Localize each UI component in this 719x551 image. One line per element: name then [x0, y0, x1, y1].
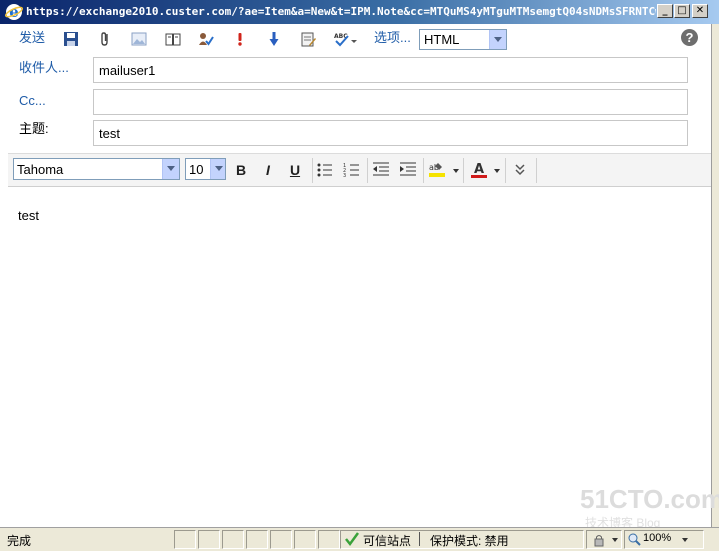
chevron-down-icon[interactable] [682, 538, 688, 542]
importance-low-icon[interactable] [266, 31, 282, 47]
cc-field[interactable] [93, 89, 688, 115]
status-panel [270, 530, 292, 549]
cc-button[interactable]: Cc... [19, 93, 46, 109]
toolbar-divider [536, 158, 537, 183]
help-icon[interactable]: ? [681, 29, 698, 46]
decrease-indent-icon[interactable] [371, 160, 391, 180]
zoom-level: 100% [643, 532, 672, 544]
status-text: 完成 [7, 534, 32, 548]
minimize-button[interactable]: _ [657, 4, 673, 18]
chevron-down-icon[interactable] [494, 169, 500, 173]
title-bar: e https://exchange2010.custer.com/?ae=It… [0, 0, 719, 24]
to-value: mailuser1 [99, 63, 156, 78]
insert-image-icon[interactable] [131, 31, 147, 47]
to-field[interactable]: mailuser1 [93, 57, 688, 83]
protected-mode-text: 保护模式: 禁用 [430, 534, 509, 548]
zoom-icon [628, 533, 641, 546]
subject-value: test [99, 126, 120, 141]
address-book-icon[interactable] [165, 31, 181, 47]
formatting-toolbar: Tahoma 10 B I U 1 2 3 ab A [8, 153, 711, 187]
importance-high-icon[interactable] [232, 31, 248, 47]
font-color-icon[interactable]: A [469, 160, 489, 180]
to-button[interactable]: 收件人... [19, 60, 69, 76]
status-panel [294, 530, 316, 549]
font-select[interactable]: Tahoma [13, 158, 180, 180]
message-format-value: HTML [424, 32, 460, 47]
save-icon[interactable] [63, 31, 79, 47]
spelling-icon[interactable]: ABC [334, 31, 358, 47]
compose-toolbar: 发送 ABC 选项... HTML ? [8, 24, 711, 54]
toolbar-divider [423, 158, 424, 183]
zone-divider [419, 532, 420, 546]
toolbar-divider [367, 158, 368, 183]
maximize-button[interactable]: □ [674, 4, 690, 18]
subject-label: 主题: [19, 121, 49, 136]
chevron-down-icon [489, 30, 506, 49]
trusted-zone-check-icon [345, 532, 360, 547]
svg-text:3: 3 [343, 173, 346, 179]
message-options-icon[interactable] [300, 31, 316, 47]
send-button[interactable]: 发送 [19, 30, 45, 46]
status-panel [174, 530, 196, 549]
subject-field[interactable]: test [93, 120, 688, 146]
ie-logo-icon: e [5, 3, 23, 21]
window-edge [711, 24, 719, 528]
close-button[interactable]: ✕ [692, 4, 708, 18]
bullet-list-icon[interactable] [315, 160, 335, 180]
font-value: Tahoma [17, 162, 64, 177]
chevron-down-icon[interactable] [612, 538, 618, 542]
status-panel [198, 530, 220, 549]
toolbar-divider [505, 158, 506, 183]
attach-icon[interactable] [97, 31, 113, 47]
ie-window: e https://exchange2010.custer.com/?ae=It… [0, 0, 719, 551]
status-panel [222, 530, 244, 549]
highlight-icon[interactable]: ab [427, 160, 447, 180]
window-title: https://exchange2010.custer.com/?ae=Item… [26, 5, 656, 18]
watermark-logo: 51CTO.com [580, 484, 719, 514]
watermark: 51CTO.com 技术博客 Blog [580, 484, 719, 530]
more-options-icon[interactable] [511, 161, 529, 179]
status-panel [318, 530, 340, 549]
toolbar-divider [312, 158, 313, 183]
bold-button[interactable]: B [230, 159, 252, 181]
lock-icon [594, 535, 604, 547]
chevron-down-icon [210, 159, 225, 179]
italic-button[interactable]: I [257, 159, 279, 181]
check-names-icon[interactable] [198, 31, 214, 47]
security-zone-text: 可信站点 [363, 534, 412, 548]
message-body-text: test [18, 208, 39, 223]
underline-button[interactable]: U [284, 159, 306, 181]
font-color-glyph: A [474, 162, 484, 177]
chevron-down-icon [162, 159, 179, 179]
svg-text:e: e [9, 3, 19, 21]
toolbar-divider [463, 158, 464, 183]
options-button[interactable]: 选项... [374, 30, 411, 46]
message-body-editor[interactable]: test [8, 188, 711, 526]
status-panel [246, 530, 268, 549]
chevron-down-icon[interactable] [453, 169, 459, 173]
increase-indent-icon[interactable] [398, 160, 418, 180]
message-format-select[interactable]: HTML [419, 29, 507, 50]
font-size-value: 10 [189, 162, 204, 177]
font-size-select[interactable]: 10 [185, 158, 226, 180]
numbered-list-icon[interactable]: 1 2 3 [342, 160, 362, 180]
status-bar: 完成 可信站点 保护模式: 禁用 100% [0, 527, 719, 551]
